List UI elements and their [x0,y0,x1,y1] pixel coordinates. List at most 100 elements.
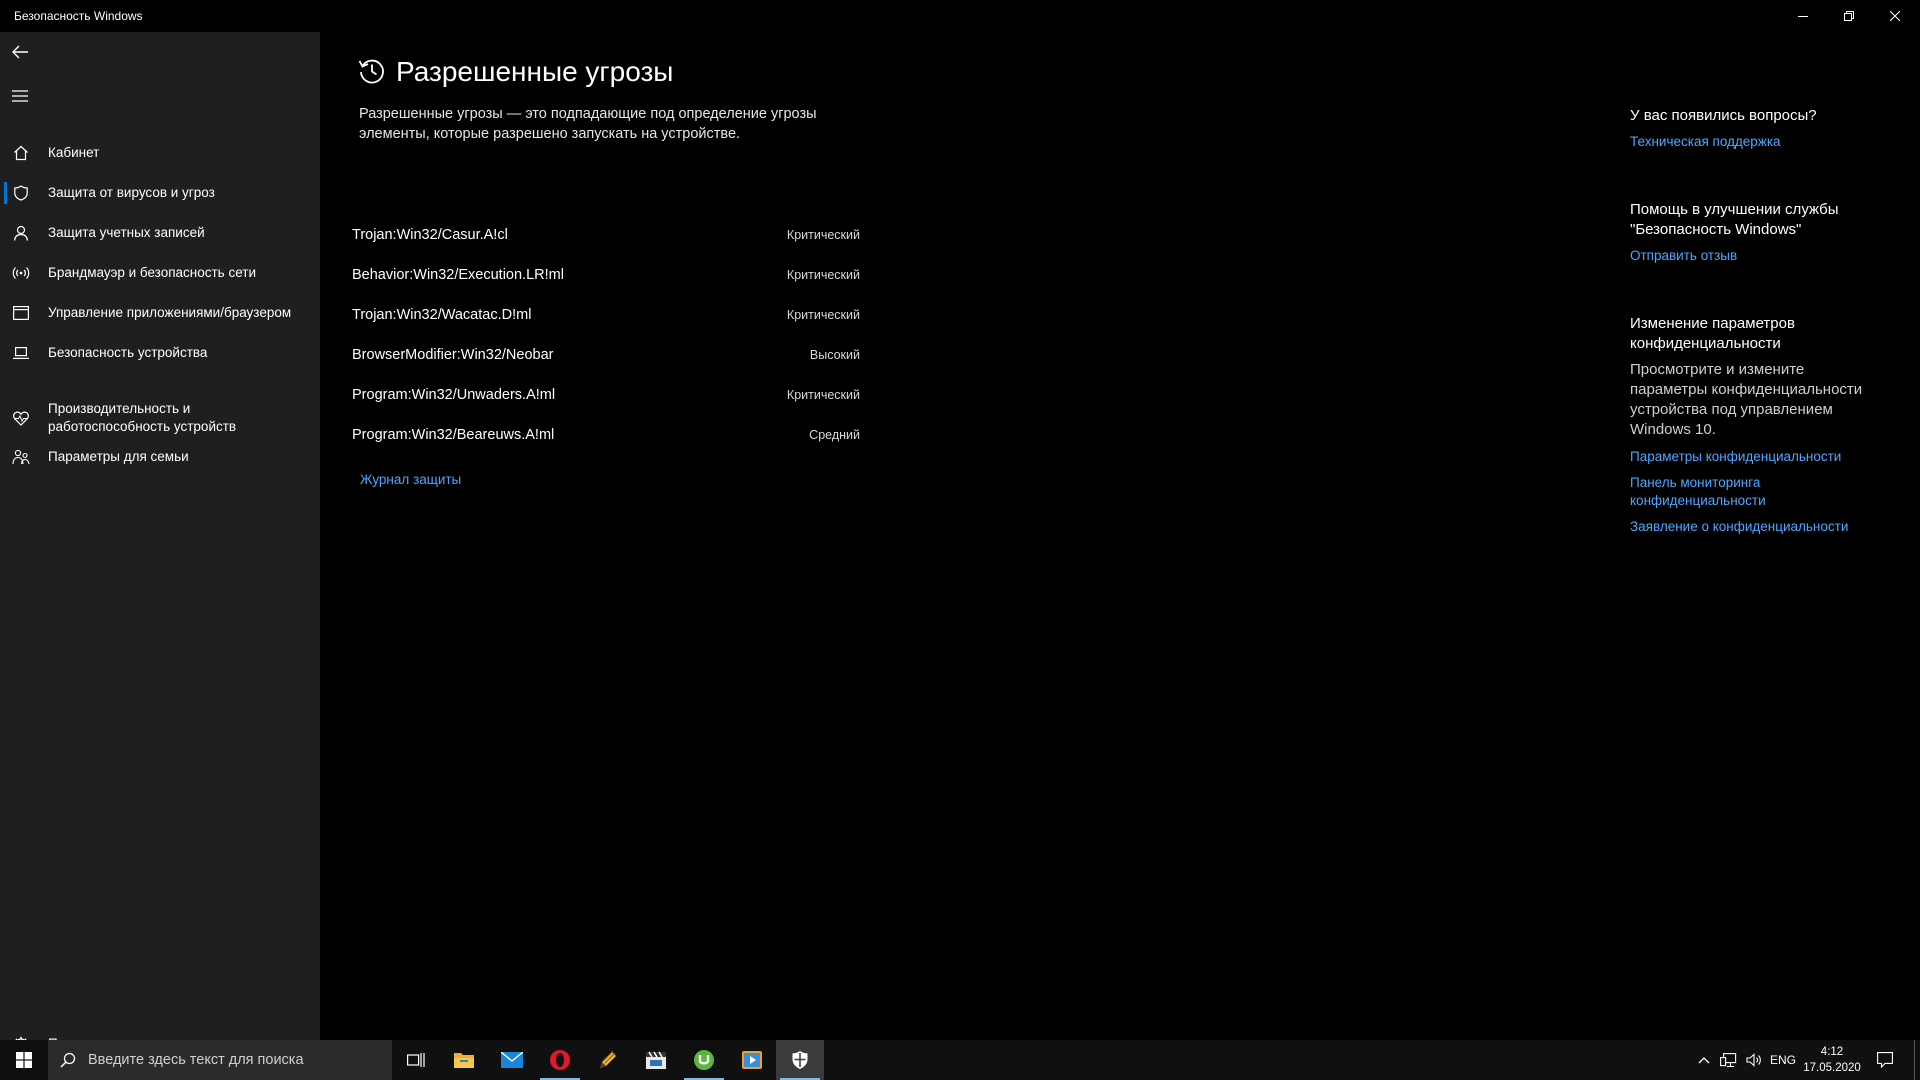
taskbar-media-player[interactable] [728,1040,776,1080]
sidebar-item-label: Производительность и работоспособность у… [48,401,237,434]
window-title: Безопасность Windows [14,9,143,23]
privacy-description: Просмотрите и измените параметры конфиде… [1630,361,1863,438]
mail-icon [501,1052,523,1068]
sidebar-item-label: Кабинет [48,145,100,160]
minimize-button[interactable] [1780,0,1826,32]
protection-history-link[interactable]: Журнал защиты [360,472,461,487]
threat-severity: Средний [809,428,860,442]
task-view-button[interactable] [392,1040,440,1080]
sidebar-item-label: Управление приложениями/браузером [48,305,292,320]
speaker-icon [1746,1053,1761,1067]
title-bar: Безопасность Windows [0,0,1920,32]
sidebar-item-label: Параметры для семьи [48,449,189,464]
threat-row[interactable]: Program:Win32/Beareuws.A!ml Средний [352,416,860,456]
sidebar-item-home[interactable]: Кабинет [0,133,320,173]
taskbar-app-pencil[interactable] [584,1040,632,1080]
threat-name: Trojan:Win32/Casur.A!cl [352,227,508,243]
taskbar: Введите здесь текст для поиска ENG 4:12 … [0,1040,1920,1080]
close-button[interactable] [1872,0,1918,32]
threat-severity: Критический [786,228,860,242]
privacy-dashboard-link[interactable]: Панель мониторинга конфиденциальности [1630,474,1810,510]
restore-button[interactable] [1826,0,1872,32]
show-desktop-button[interactable] [1914,1040,1920,1080]
opera-icon [550,1050,570,1070]
threat-row[interactable]: BrowserModifier:Win32/Neobar Высокий [352,336,860,376]
taskbar-video-editor[interactable] [632,1040,680,1080]
threat-row[interactable]: Trojan:Win32/Wacatac.D!ml Критический [352,296,860,336]
start-button[interactable] [0,1040,48,1080]
improve-section: Помощь в улучшении службы "Безопасность … [1630,200,1870,265]
notifications-icon [1877,1052,1893,1068]
clock-date: 17.05.2020 [1803,1062,1861,1074]
back-button[interactable] [8,40,32,64]
page-title: Разрешенные угрозы [396,56,674,87]
input-language-indicator[interactable]: ENG [1768,1040,1798,1080]
improve-heading: Помощь в улучшении службы "Безопасность … [1630,201,1839,238]
sidebar-item-family[interactable]: Параметры для семьи [0,437,320,477]
show-hidden-icons-button[interactable] [1692,1040,1716,1080]
threat-row[interactable]: Behavior:Win32/Execution.LR!ml Критическ… [352,256,860,296]
clapperboard-icon [646,1051,666,1069]
file-explorer-icon [454,1053,474,1068]
threat-row[interactable]: Program:Win32/Unwaders.A!ml Критический [352,376,860,416]
sidebar-item-virus-protection[interactable]: Защита от вирусов и угроз [0,173,320,213]
sidebar-item-account-protection[interactable]: Защита учетных записей [0,213,320,253]
taskbar-search-box[interactable]: Введите здесь текст для поиска [48,1040,392,1080]
threat-severity: Критический [786,388,860,402]
wireless-icon [12,264,30,282]
app-browser-icon [12,304,30,322]
threat-severity: Критический [786,308,860,322]
taskbar-windows-security[interactable] [776,1040,824,1080]
utorrent-icon [694,1050,714,1070]
threat-severity: Критический [786,268,860,282]
privacy-settings-link[interactable]: Параметры конфиденциальности [1630,448,1870,466]
send-feedback-link[interactable]: Отправить отзыв [1630,247,1870,265]
taskbar-utorrent[interactable] [680,1040,728,1080]
shield-icon [12,184,30,202]
heart-icon [12,409,30,427]
sidebar-item-app-browser[interactable]: Управление приложениями/браузером [0,293,320,333]
sidebar-item-label: Защита от вирусов и угроз [48,185,215,200]
sidebar: Кабинет Защита от вирусов и угроз Защита… [0,32,320,1052]
sidebar-item-device-performance[interactable]: Производительность и работоспособность у… [0,395,320,441]
person-icon [12,224,30,242]
chevron-up-icon [1698,1057,1710,1064]
shield-icon [792,1051,808,1069]
main-content: Разрешенные угрозы Разрешенные угрозы — … [320,32,1920,1040]
threat-name: Program:Win32/Unwaders.A!ml [352,387,556,403]
home-icon [12,144,30,162]
family-icon [12,448,30,466]
clock-time: 4:12 [1820,1046,1844,1058]
back-arrow-icon [12,45,28,59]
pencil-app-icon [600,1050,616,1068]
media-player-icon [742,1051,762,1069]
privacy-section: Изменение параметров конфиденциальности … [1630,314,1870,536]
hamburger-menu-button[interactable] [8,84,32,108]
hamburger-icon [12,90,28,102]
laptop-icon [12,344,30,362]
taskbar-file-explorer[interactable] [440,1040,488,1080]
search-icon [60,1052,76,1068]
tech-support-link[interactable]: Техническая поддержка [1630,133,1870,151]
taskbar-opera[interactable] [536,1040,584,1080]
sidebar-item-device-security[interactable]: Безопасность устройства [0,333,320,373]
privacy-statement-link[interactable]: Заявление о конфиденциальности [1630,518,1870,536]
sidebar-item-firewall[interactable]: Брандмауэр и безопасность сети [0,253,320,293]
threat-name: BrowserModifier:Win32/Neobar [352,347,554,363]
taskbar-mail[interactable] [488,1040,536,1080]
questions-heading: У вас появились вопросы? [1630,107,1817,124]
action-center-button[interactable] [1870,1040,1900,1080]
windows-logo-icon [16,1052,32,1068]
volume-tray-button[interactable] [1742,1040,1766,1080]
page-description: Разрешенные угрозы — это подпадающие под… [359,106,817,142]
network-icon [1720,1053,1737,1068]
network-tray-button[interactable] [1716,1040,1742,1080]
questions-section: У вас появились вопросы? Техническая под… [1630,106,1870,151]
sidebar-item-label: Защита учетных записей [48,225,205,240]
taskbar-clock[interactable]: 4:12 17.05.2020 [1800,1044,1864,1076]
threat-name: Program:Win32/Beareuws.A!ml [352,427,555,443]
history-icon [358,57,386,90]
threat-row[interactable]: Trojan:Win32/Casur.A!cl Критический [352,216,860,256]
sidebar-item-label: Безопасность устройства [48,345,208,360]
threat-name: Behavior:Win32/Execution.LR!ml [352,267,564,283]
